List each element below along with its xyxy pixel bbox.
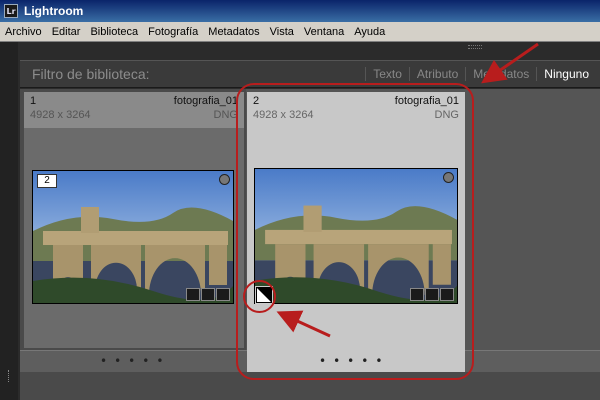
left-panel-edge[interactable] [0, 42, 18, 400]
filter-ninguno[interactable]: Ninguno [543, 67, 590, 81]
menu-metadatos[interactable]: Metadatos [203, 26, 264, 38]
menu-ayuda[interactable]: Ayuda [349, 26, 390, 38]
divider [465, 67, 467, 81]
divider [408, 67, 410, 81]
filter-metadatos[interactable]: Metadatos [472, 67, 530, 81]
cell-dimensions: 4928 x 3264 [30, 109, 91, 121]
divider [365, 67, 367, 81]
annotation-highlight-circle [243, 280, 276, 313]
bridge-photo [33, 171, 233, 303]
left-panel-grip[interactable] [8, 370, 12, 382]
filter-title: Filtro de biblioteca: [32, 66, 150, 82]
drag-dots: ••••• [100, 354, 171, 368]
divider [536, 67, 538, 81]
filter-options: Texto Atributo Metadatos Ninguno [359, 67, 590, 81]
filter-texto[interactable]: Texto [372, 67, 403, 81]
edit-tag-icon[interactable] [201, 288, 215, 301]
cell-filetype: DNG [213, 109, 238, 121]
lightroom-logo-icon: Lr [4, 4, 18, 18]
top-panel-grip[interactable] [468, 45, 482, 49]
grid-cell-1[interactable]: 1 fotografia_01 4928 x 3264 DNG 2 [24, 92, 244, 348]
thumbnail[interactable]: 2 [32, 170, 234, 304]
menu-bar: Archivo Editar Biblioteca Fotografía Met… [0, 22, 600, 42]
menu-ventana[interactable]: Ventana [299, 26, 349, 38]
menu-editar[interactable]: Editar [47, 26, 86, 38]
cell-index: 1 [30, 95, 37, 107]
cell-filename: fotografia_01 [173, 95, 238, 107]
menu-fotografia[interactable]: Fotografía [143, 26, 203, 38]
menu-vista[interactable]: Vista [265, 26, 299, 38]
menu-archivo[interactable]: Archivo [0, 26, 47, 38]
annotation-highlight-box [236, 83, 474, 380]
title-bar: Lr Lightroom [0, 0, 600, 22]
stack-count-badge[interactable]: 2 [37, 174, 57, 188]
collection-icon[interactable] [186, 288, 200, 301]
thumbnail-badges [186, 288, 230, 301]
circle-pick-icon[interactable] [219, 174, 230, 185]
filter-atributo[interactable]: Atributo [416, 67, 459, 81]
menu-biblioteca[interactable]: Biblioteca [85, 26, 143, 38]
window-title: Lightroom [24, 4, 84, 18]
crop-icon[interactable] [216, 288, 230, 301]
